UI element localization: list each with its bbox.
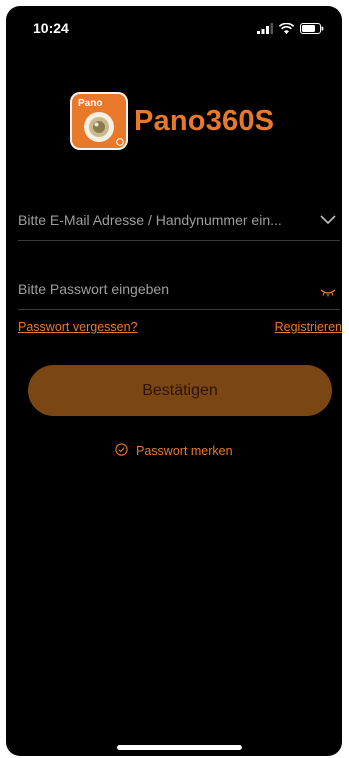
- status-bar: 10:24: [6, 6, 342, 50]
- logo-text: Pano: [78, 98, 103, 109]
- brand-header: Pano Pano360S: [70, 92, 274, 150]
- password-field[interactable]: Bitte Passwort eingeben: [18, 269, 340, 310]
- signal-icon: [257, 21, 273, 39]
- app-title: Pano360S: [134, 104, 275, 137]
- battery-icon: [300, 21, 324, 39]
- wifi-icon: [278, 21, 295, 39]
- camera-lens-icon: [84, 112, 114, 142]
- account-input[interactable]: Bitte E-Mail Adresse / Handynummer ein..…: [18, 212, 282, 228]
- confirm-button[interactable]: Bestätigen: [28, 365, 332, 416]
- remember-password-label: Passwort merken: [136, 444, 233, 458]
- chevron-down-icon[interactable]: [320, 212, 336, 230]
- register-link[interactable]: Registrieren: [275, 320, 342, 334]
- phone-screen: 10:24 Pano Pano360S Bitte E-Mail Adresse…: [6, 6, 342, 756]
- status-icons: [257, 21, 324, 39]
- check-circle-icon[interactable]: [115, 443, 128, 459]
- home-indicator[interactable]: [117, 745, 242, 750]
- forgot-password-link[interactable]: Passwort vergessen?: [18, 320, 138, 334]
- account-field[interactable]: Bitte E-Mail Adresse / Handynummer ein..…: [18, 200, 340, 241]
- app-logo: Pano: [70, 92, 128, 150]
- eye-closed-icon[interactable]: [320, 284, 336, 302]
- status-time: 10:24: [33, 20, 69, 36]
- remember-password-toggle[interactable]: Passwort merken: [115, 443, 233, 459]
- registered-mark-icon: [116, 138, 124, 146]
- password-input[interactable]: Bitte Passwort eingeben: [18, 281, 169, 297]
